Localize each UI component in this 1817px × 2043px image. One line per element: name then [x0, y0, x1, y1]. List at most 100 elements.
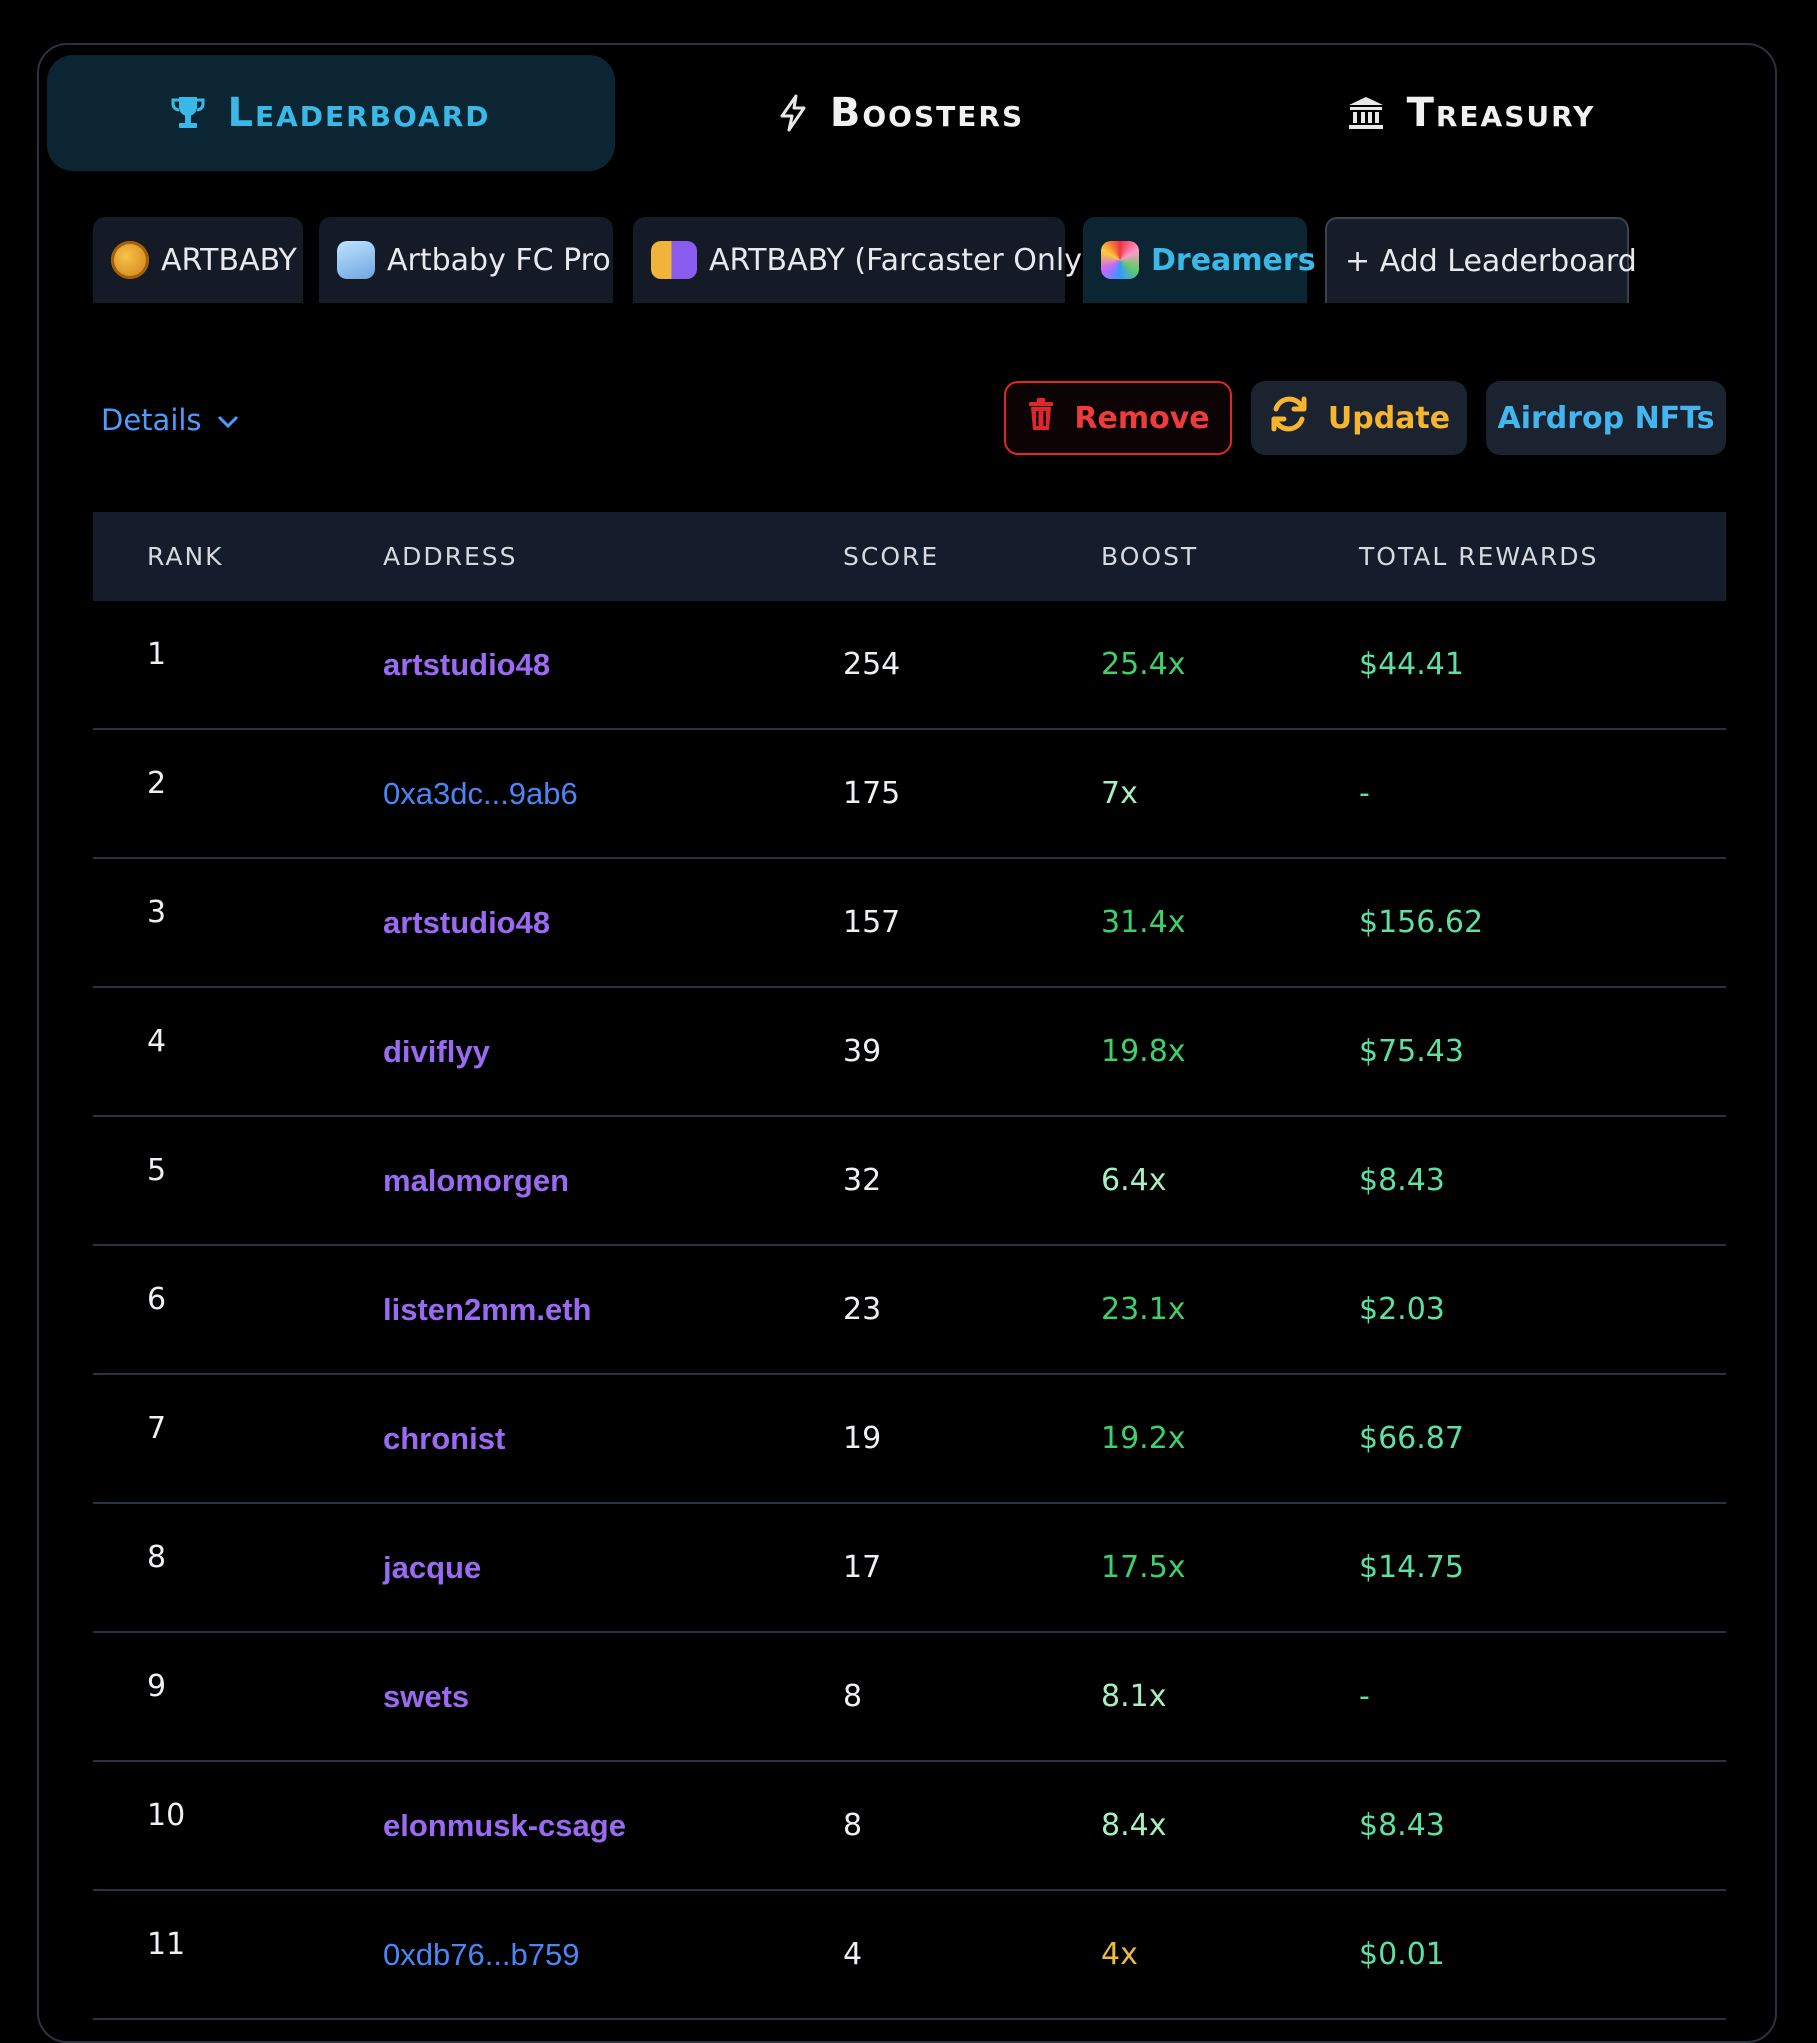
details-toggle[interactable]: Details — [101, 403, 240, 437]
address-link[interactable]: listen2mm.eth — [383, 1292, 591, 1328]
header-score: SCORE — [843, 542, 940, 571]
table-row: 11 0xdb76...b759 4 4x $0.01 — [93, 1891, 1726, 2020]
chip-label: Artbaby FC Pro — [387, 242, 611, 278]
boost-cell: 4x — [1101, 1937, 1138, 1972]
address-link[interactable]: chronist — [383, 1421, 505, 1457]
total-rewards-cell: $75.43 — [1359, 1034, 1464, 1069]
boost-cell: 19.2x — [1101, 1421, 1186, 1456]
score-cell: 175 — [843, 776, 901, 811]
address-link[interactable]: swets — [383, 1679, 469, 1715]
total-rewards-cell: $44.41 — [1359, 647, 1464, 682]
score-cell: 8 — [843, 1808, 863, 1843]
rank-cell: 6 — [147, 1282, 167, 1317]
total-rewards-cell: $8.43 — [1359, 1808, 1445, 1843]
chip-label: ARTBABY — [161, 242, 297, 278]
leaderboard-chip-artbaby[interactable]: ARTBABY — [93, 217, 303, 303]
tab-leaderboard[interactable]: Leaderboard — [47, 55, 615, 171]
update-label: Update — [1327, 400, 1451, 436]
address-link[interactable]: diviflyy — [383, 1034, 490, 1070]
boost-cell: 31.4x — [1101, 905, 1186, 940]
add-leaderboard-label: + Add Leaderboard — [1345, 243, 1637, 279]
trophy-icon — [171, 95, 205, 131]
total-rewards-cell: $8.43 — [1359, 1163, 1445, 1198]
table-row: 4 diviflyy 39 19.8x $75.43 — [93, 988, 1726, 1117]
boost-cell: 7x — [1101, 776, 1138, 811]
leaderboard-chip-artbaby-fc-pro[interactable]: Artbaby FC Pro — [319, 217, 613, 303]
boost-cell: 8.4x — [1101, 1808, 1167, 1843]
total-rewards-cell: $66.87 — [1359, 1421, 1464, 1456]
table-row: 5 malomorgen 32 6.4x $8.43 — [93, 1117, 1726, 1246]
leaderboard-panel: Leaderboard Boosters Treasury ARTBABY Ar… — [37, 43, 1777, 2043]
header-boost: BOOST — [1101, 542, 1199, 571]
header-total-rewards: TOTAL REWARDS — [1359, 542, 1599, 571]
rank-cell: 5 — [147, 1153, 167, 1188]
main-nav: Leaderboard Boosters Treasury — [39, 45, 1775, 185]
table-body: 1 artstudio48 254 25.4x $44.41 2 0xa3dc...9ab6… — [93, 601, 1726, 2020]
table-row: 9 swets 8 8.1x - — [93, 1633, 1726, 1762]
rank-cell: 3 — [147, 895, 167, 930]
boost-cell: 17.5x — [1101, 1550, 1186, 1585]
update-button[interactable]: Update — [1251, 381, 1467, 455]
tab-label: Treasury — [1406, 90, 1596, 136]
airdrop-label: Airdrop NFTs — [1497, 400, 1715, 436]
address-link[interactable]: 0xdb76...b759 — [383, 1937, 580, 1973]
score-cell: 157 — [843, 905, 901, 940]
table-row: 10 elonmusk-csage 8 8.4x $8.43 — [93, 1762, 1726, 1891]
address-link[interactable]: artstudio48 — [383, 647, 550, 683]
details-label: Details — [101, 403, 202, 437]
rank-cell: 4 — [147, 1024, 167, 1059]
score-cell: 39 — [843, 1034, 882, 1069]
add-leaderboard-button[interactable]: + Add Leaderboard — [1325, 217, 1637, 303]
tab-label: Leaderboard — [227, 90, 491, 136]
address-link[interactable]: malomorgen — [383, 1163, 569, 1199]
tab-boosters[interactable]: Boosters — [617, 55, 1185, 171]
trash-icon — [1026, 397, 1056, 439]
remove-button[interactable]: Remove — [1004, 381, 1232, 455]
score-cell: 32 — [843, 1163, 882, 1198]
score-cell: 17 — [843, 1550, 882, 1585]
remove-label: Remove — [1074, 400, 1210, 436]
address-link[interactable]: 0xa3dc...9ab6 — [383, 776, 578, 812]
chevron-down-icon — [216, 403, 240, 437]
address-link[interactable]: jacque — [383, 1550, 481, 1586]
score-cell: 19 — [843, 1421, 882, 1456]
rank-cell: 10 — [147, 1798, 186, 1833]
leaderboard-table: RANK ADDRESS SCORE BOOST TOTAL REWARDS 1… — [93, 512, 1726, 2020]
address-link[interactable]: artstudio48 — [383, 905, 550, 941]
address-link[interactable]: elonmusk-csage — [383, 1808, 626, 1844]
rank-cell: 2 — [147, 766, 167, 801]
airdrop-nfts-button[interactable]: Airdrop NFTs — [1486, 381, 1726, 455]
rank-cell: 11 — [147, 1927, 186, 1962]
tab-treasury[interactable]: Treasury — [1187, 55, 1755, 171]
table-row: 2 0xa3dc...9ab6 175 7x - — [93, 730, 1726, 859]
table-row: 3 artstudio48 157 31.4x $156.62 — [93, 859, 1726, 988]
rank-cell: 1 — [147, 637, 167, 672]
total-rewards-cell: $156.62 — [1359, 905, 1484, 940]
score-cell: 254 — [843, 647, 901, 682]
header-address: ADDRESS — [383, 542, 518, 571]
score-cell: 8 — [843, 1679, 863, 1714]
refresh-icon — [1268, 393, 1310, 443]
table-header: RANK ADDRESS SCORE BOOST TOTAL REWARDS — [93, 512, 1726, 601]
leaderboard-chip-dreamers[interactable]: Dreamers — [1083, 217, 1316, 303]
total-rewards-cell: - — [1359, 1679, 1370, 1714]
nft-collection-icon — [1101, 241, 1139, 279]
coin-farcaster-icon — [651, 241, 697, 279]
total-rewards-cell: - — [1359, 776, 1370, 811]
rank-cell: 8 — [147, 1540, 167, 1575]
header-rank: RANK — [147, 542, 224, 571]
total-rewards-cell: $14.75 — [1359, 1550, 1464, 1585]
table-row: 1 artstudio48 254 25.4x $44.41 — [93, 601, 1726, 730]
score-cell: 23 — [843, 1292, 882, 1327]
total-rewards-cell: $2.03 — [1359, 1292, 1445, 1327]
tab-label: Boosters — [829, 90, 1025, 136]
boost-cell: 23.1x — [1101, 1292, 1186, 1327]
chip-label: ARTBABY (Farcaster Only) — [709, 242, 1094, 278]
leaderboard-chip-artbaby-farcaster[interactable]: ARTBABY (Farcaster Only) — [633, 217, 1094, 303]
rank-cell: 7 — [147, 1411, 167, 1446]
boost-cell: 8.1x — [1101, 1679, 1167, 1714]
total-rewards-cell: $0.01 — [1359, 1937, 1445, 1972]
lightning-icon — [778, 94, 808, 132]
boost-cell: 6.4x — [1101, 1163, 1167, 1198]
table-row: 8 jacque 17 17.5x $14.75 — [93, 1504, 1726, 1633]
